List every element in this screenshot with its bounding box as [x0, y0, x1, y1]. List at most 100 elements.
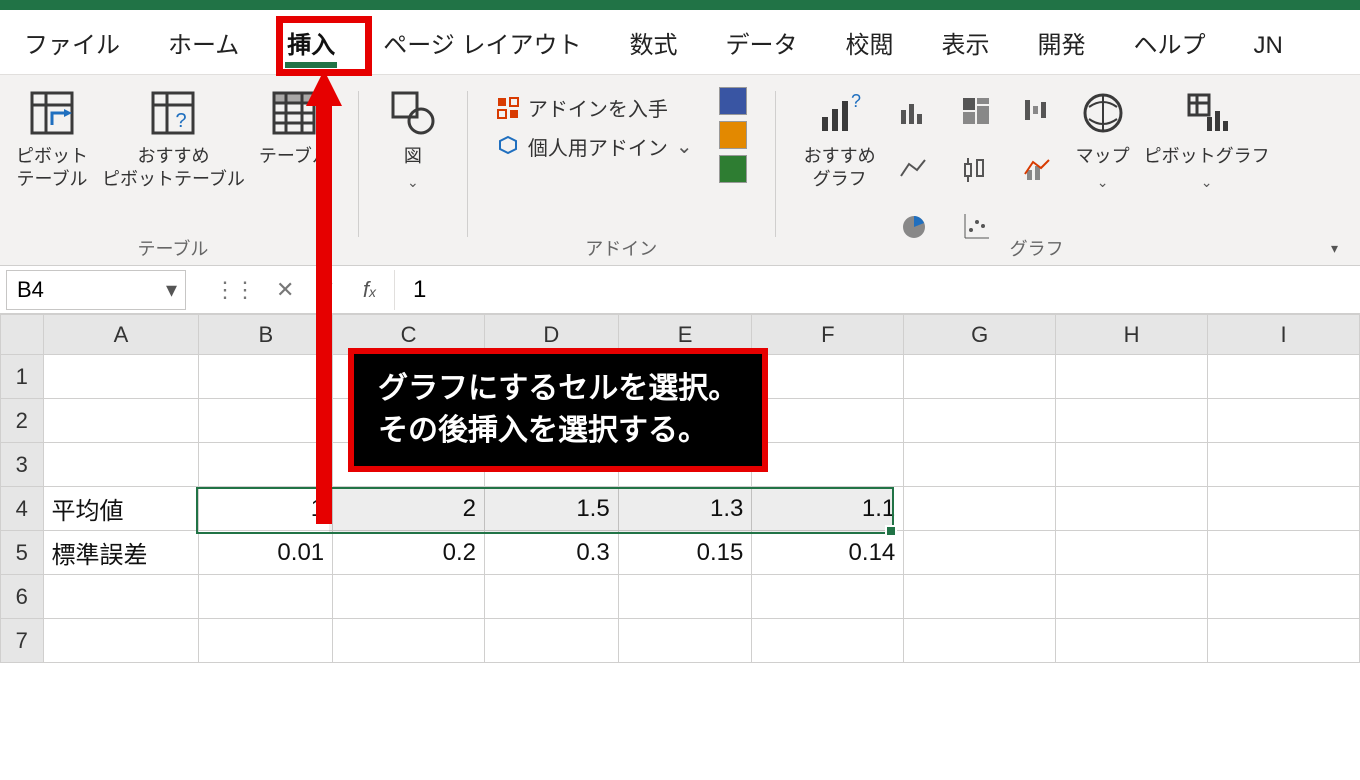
- combo-chart-icon[interactable]: [1014, 145, 1062, 193]
- cell-F2[interactable]: [752, 399, 904, 443]
- cell-H7[interactable]: [1056, 619, 1208, 663]
- cell-G5[interactable]: [904, 531, 1056, 575]
- cell-E6[interactable]: [618, 575, 752, 619]
- cell-A1[interactable]: [43, 355, 199, 399]
- cell-G4[interactable]: [904, 487, 1056, 531]
- visio-addin-icon[interactable]: [719, 87, 747, 115]
- table-button[interactable]: テーブル: [259, 87, 330, 168]
- cell-A4[interactable]: 平均値: [43, 487, 199, 531]
- pivot-table-button[interactable]: ピボット テーブル: [16, 87, 88, 190]
- cell-F6[interactable]: [752, 575, 904, 619]
- recommended-charts-button[interactable]: ? おすすめ グラフ: [804, 87, 876, 190]
- cell-B1[interactable]: [199, 355, 333, 399]
- scatter-chart-icon[interactable]: [952, 203, 1000, 251]
- hierarchy-chart-icon[interactable]: [952, 87, 1000, 135]
- people-addin-icon[interactable]: [719, 155, 747, 183]
- cell-G2[interactable]: [904, 399, 1056, 443]
- column-chart-icon[interactable]: [890, 87, 938, 135]
- tab-extra[interactable]: JN: [1243, 26, 1292, 74]
- tab-review[interactable]: 校閲: [835, 19, 903, 74]
- row-header-4[interactable]: 4: [1, 487, 44, 531]
- cell-F4[interactable]: 1.1: [752, 487, 904, 531]
- cell-H5[interactable]: [1056, 531, 1208, 575]
- row-header-6[interactable]: 6: [1, 575, 44, 619]
- cell-D4[interactable]: 1.5: [485, 487, 619, 531]
- tab-help[interactable]: ヘルプ: [1123, 19, 1215, 74]
- cell-G3[interactable]: [904, 443, 1056, 487]
- tab-insert[interactable]: 挿入: [277, 19, 345, 74]
- cell-B7[interactable]: [199, 619, 333, 663]
- cell-I6[interactable]: [1208, 575, 1360, 619]
- cell-D5[interactable]: 0.3: [485, 531, 619, 575]
- cell-H1[interactable]: [1056, 355, 1208, 399]
- tab-formulas[interactable]: 数式: [619, 19, 687, 74]
- pie-chart-icon[interactable]: [890, 203, 938, 251]
- cell-B2[interactable]: [199, 399, 333, 443]
- cell-B4[interactable]: 1: [199, 487, 333, 531]
- cell-I3[interactable]: [1208, 443, 1360, 487]
- tab-home[interactable]: ホーム: [158, 19, 249, 74]
- row-header-2[interactable]: 2: [1, 399, 44, 443]
- formula-bar[interactable]: 1: [394, 270, 1360, 310]
- cell-I2[interactable]: [1208, 399, 1360, 443]
- pivot-chart-button[interactable]: ピボットグラフ ⌄: [1144, 87, 1270, 191]
- recommended-pivot-button[interactable]: ? おすすめ ピボットテーブル: [102, 87, 245, 190]
- group-dialog-launcher[interactable]: ▾: [1325, 236, 1344, 261]
- cell-B3[interactable]: [199, 443, 333, 487]
- row-header-7[interactable]: 7: [1, 619, 44, 663]
- line-chart-icon[interactable]: [890, 145, 938, 193]
- cell-G7[interactable]: [904, 619, 1056, 663]
- cell-H2[interactable]: [1056, 399, 1208, 443]
- cell-A5[interactable]: 標準誤差: [43, 531, 199, 575]
- cell-F1[interactable]: [752, 355, 904, 399]
- cell-C7[interactable]: [333, 619, 485, 663]
- col-header-I[interactable]: I: [1208, 315, 1360, 355]
- personal-addins-button[interactable]: 個人用アドイン ⌄: [496, 132, 693, 161]
- cell-A7[interactable]: [43, 619, 199, 663]
- cell-F7[interactable]: [752, 619, 904, 663]
- row-header-3[interactable]: 3: [1, 443, 44, 487]
- row-header-1[interactable]: 1: [1, 355, 44, 399]
- cell-I5[interactable]: [1208, 531, 1360, 575]
- cell-A3[interactable]: [43, 443, 199, 487]
- cell-D7[interactable]: [485, 619, 619, 663]
- cell-I7[interactable]: [1208, 619, 1360, 663]
- cell-A6[interactable]: [43, 575, 199, 619]
- cell-E4[interactable]: 1.3: [618, 487, 752, 531]
- cell-H6[interactable]: [1056, 575, 1208, 619]
- statistic-chart-icon[interactable]: [952, 145, 1000, 193]
- cell-F3[interactable]: [752, 443, 904, 487]
- tab-file[interactable]: ファイル: [14, 19, 130, 74]
- formula-enter-icon[interactable]: ✔: [316, 277, 334, 303]
- tab-developer[interactable]: 開発: [1027, 19, 1095, 74]
- tab-view[interactable]: 表示: [931, 19, 999, 74]
- cell-I4[interactable]: [1208, 487, 1360, 531]
- tab-data[interactable]: データ: [715, 19, 807, 74]
- cell-C6[interactable]: [333, 575, 485, 619]
- col-header-A[interactable]: A: [43, 315, 199, 355]
- cell-B6[interactable]: [199, 575, 333, 619]
- name-box[interactable]: B4: [6, 270, 186, 310]
- cell-B5[interactable]: 0.01: [199, 531, 333, 575]
- cell-E7[interactable]: [618, 619, 752, 663]
- bing-addin-icon[interactable]: [719, 121, 747, 149]
- col-header-H[interactable]: H: [1056, 315, 1208, 355]
- map-chart-button[interactable]: マップ ⌄: [1076, 87, 1130, 191]
- tab-page-layout[interactable]: ページ レイアウト: [373, 19, 591, 74]
- cell-E5[interactable]: 0.15: [618, 531, 752, 575]
- cell-A2[interactable]: [43, 399, 199, 443]
- illustrations-button[interactable]: 図 ⌄: [387, 87, 439, 191]
- cell-I1[interactable]: [1208, 355, 1360, 399]
- cell-G6[interactable]: [904, 575, 1056, 619]
- waterfall-chart-icon[interactable]: [1014, 87, 1062, 135]
- cell-F5[interactable]: 0.14: [752, 531, 904, 575]
- cell-H4[interactable]: [1056, 487, 1208, 531]
- row-header-5[interactable]: 5: [1, 531, 44, 575]
- cell-G1[interactable]: [904, 355, 1056, 399]
- fx-icon[interactable]: fx: [363, 277, 394, 303]
- formula-dots-icon[interactable]: ⋮⋮: [214, 277, 254, 303]
- col-header-B[interactable]: B: [199, 315, 333, 355]
- formula-cancel-icon[interactable]: ✕: [276, 277, 294, 303]
- col-header-F[interactable]: F: [752, 315, 904, 355]
- cell-H3[interactable]: [1056, 443, 1208, 487]
